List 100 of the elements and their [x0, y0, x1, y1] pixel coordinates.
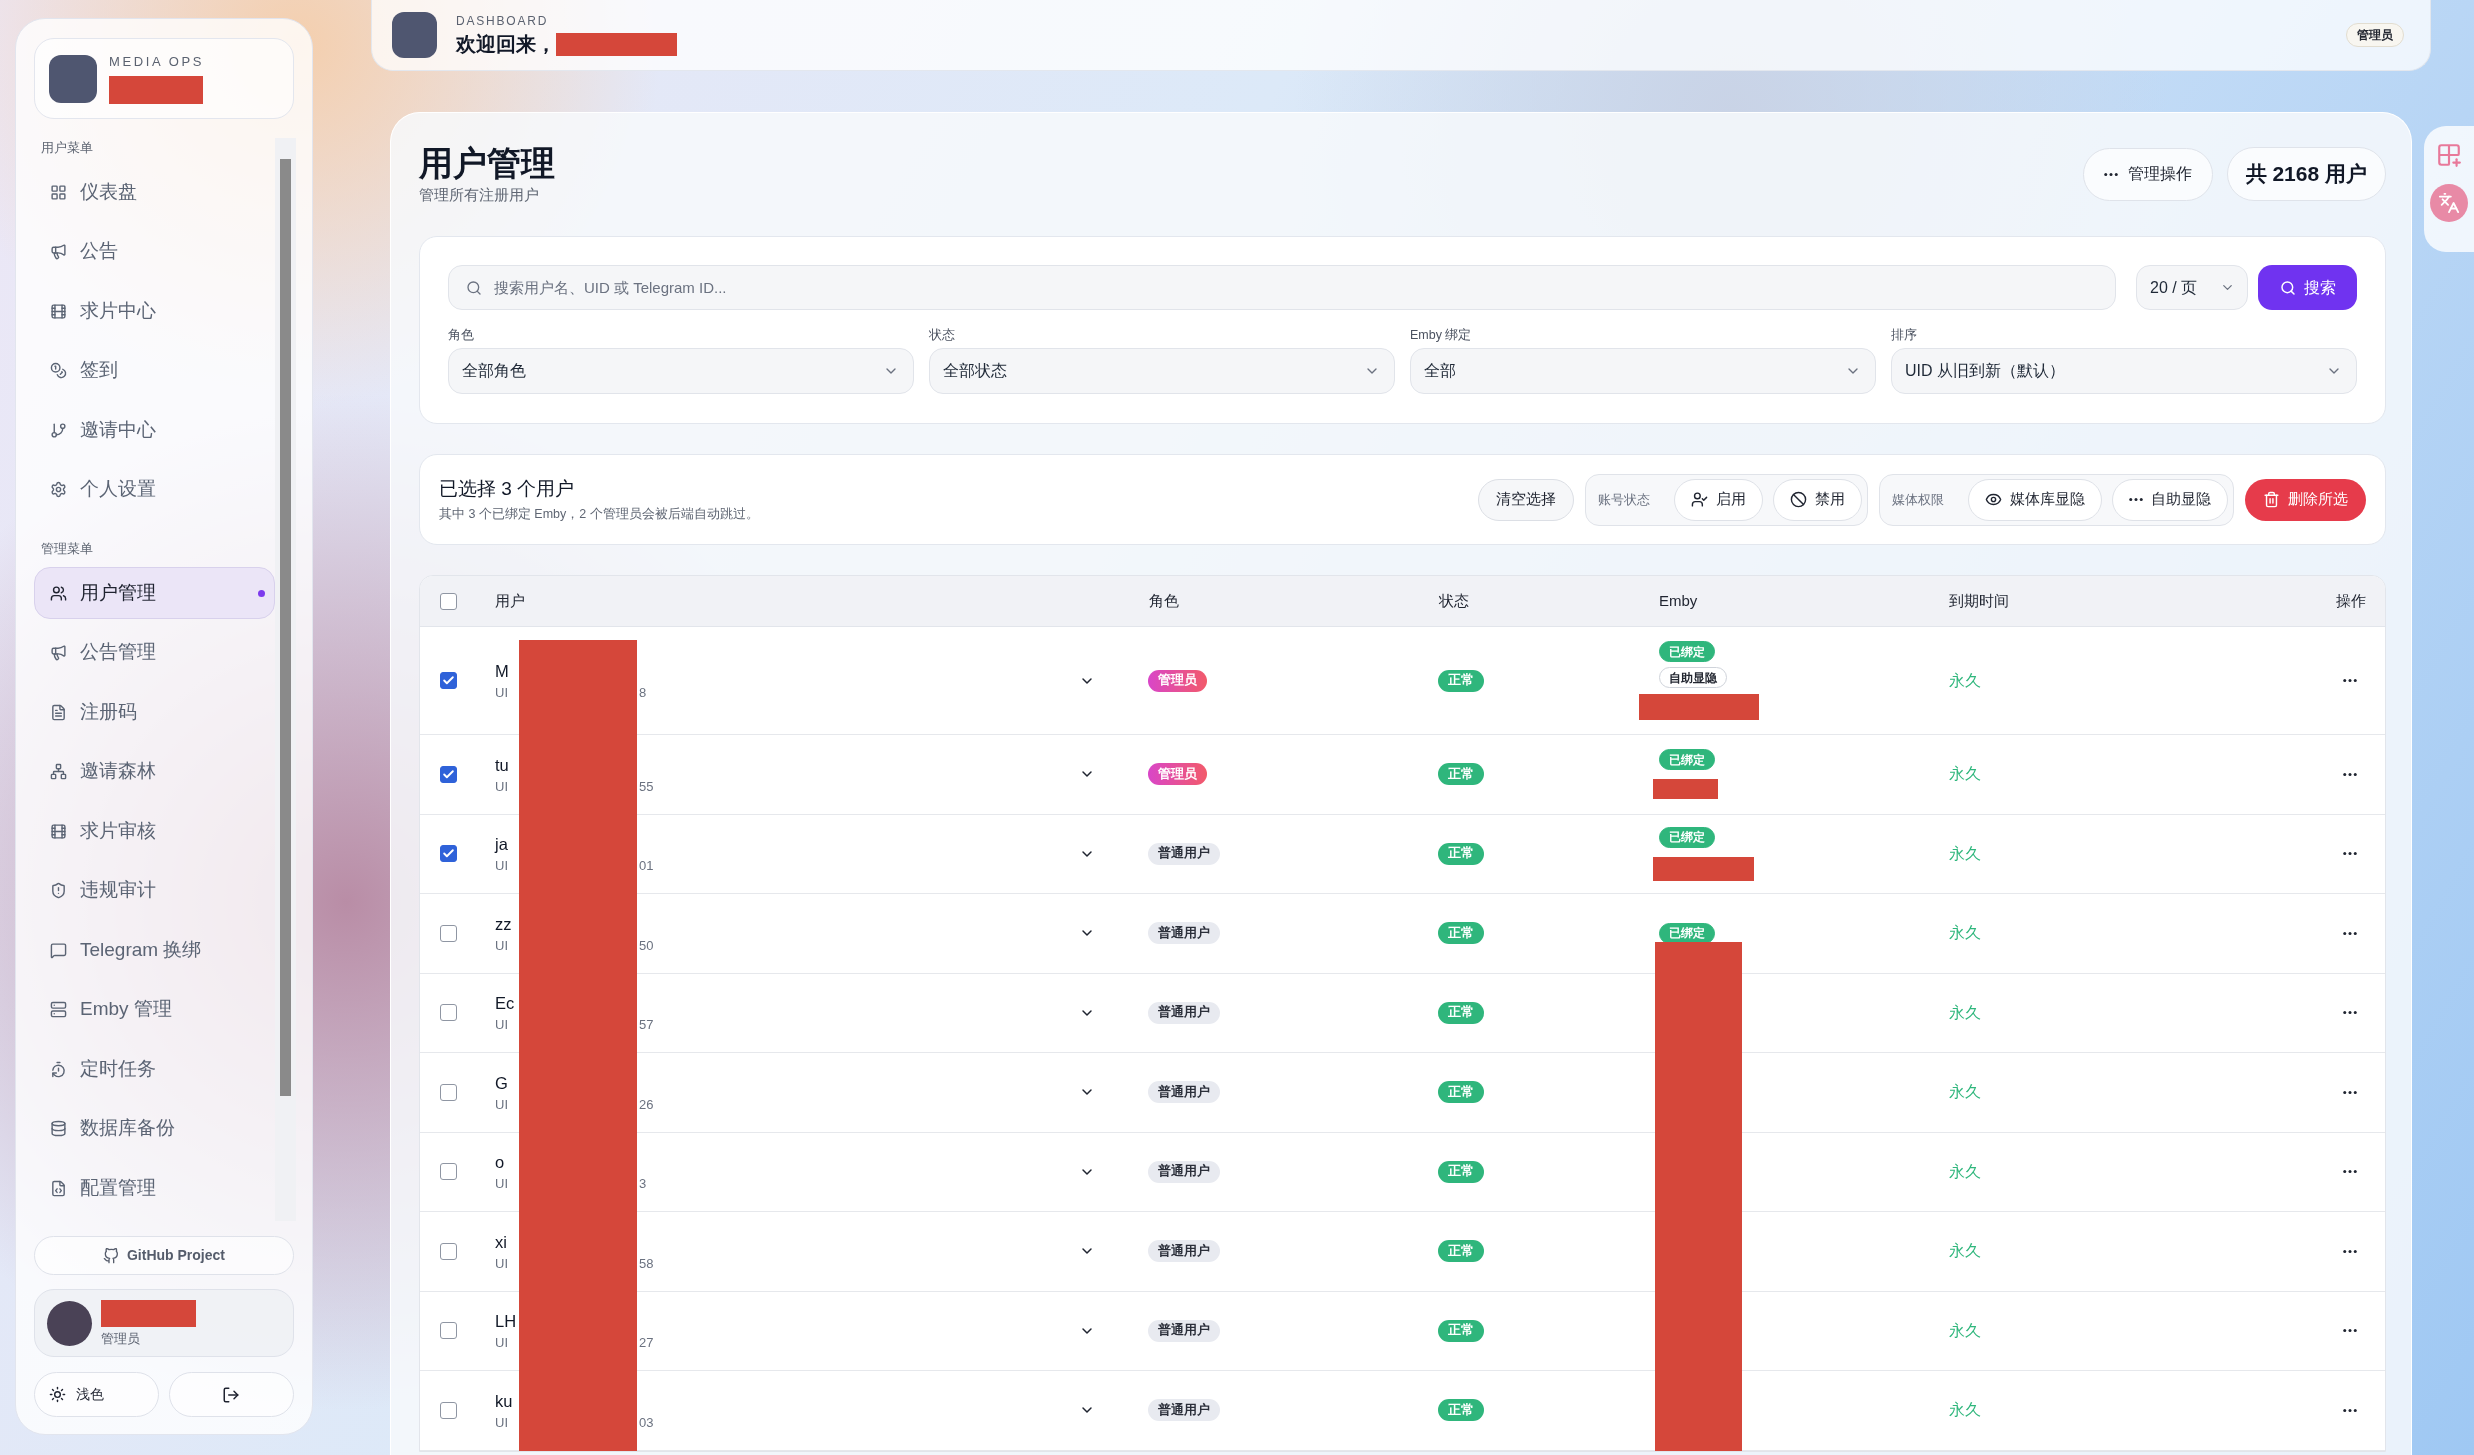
sidebar-item[interactable]: 公告 — [34, 225, 275, 278]
page-subtitle: 管理所有注册用户 — [419, 186, 539, 204]
page-title: 用户管理 — [419, 143, 555, 183]
user-name: LH — [495, 1311, 517, 1332]
column-header: 状态 — [1439, 590, 1469, 611]
sidebar-item[interactable]: 注册码 — [34, 686, 275, 738]
theme-button[interactable]: 浅色 — [34, 1372, 159, 1417]
settings-icon — [50, 481, 67, 498]
role-badge: 普通用户 — [1148, 1399, 1220, 1422]
delete-selected-button[interactable]: 删除所选 — [2245, 478, 2366, 521]
admin-actions-button[interactable]: 管理操作 — [2082, 147, 2213, 201]
search-field[interactable]: 搜索用户名、UID 或 Telegram ID... — [448, 265, 2116, 310]
megaphone-icon — [50, 243, 67, 260]
scrollbar-thumb[interactable] — [280, 159, 291, 1096]
more-icon[interactable] — [2343, 679, 2357, 682]
user-uid: UI — [495, 858, 508, 874]
filter-select[interactable]: 全部 — [1410, 348, 1876, 394]
status-badge: 正常 — [1438, 1319, 1484, 1342]
branch-icon — [50, 421, 67, 439]
search-button[interactable]: 搜索 — [2258, 265, 2357, 310]
checkbox[interactable] — [440, 1004, 457, 1022]
sidebar-item[interactable]: 求片中心 — [34, 285, 275, 337]
filter-label: 状态 — [929, 328, 955, 342]
user-name: tu — [495, 754, 509, 775]
expiry-text: 永久 — [1949, 670, 1981, 691]
page-size-select[interactable]: 20 / 页 — [2136, 265, 2248, 310]
sidebar-item[interactable]: 数据库备份 — [34, 1102, 275, 1155]
network-icon — [50, 763, 67, 780]
more-icon[interactable] — [2343, 1408, 2357, 1412]
more-icon[interactable] — [2343, 931, 2357, 935]
checkbox[interactable] — [440, 1163, 457, 1181]
sidebar-item[interactable]: 邀请中心 — [34, 404, 275, 456]
sidebar-item[interactable]: 用户管理 — [34, 567, 275, 619]
user-uid: UI — [495, 1017, 508, 1033]
role-badge: 普通用户 — [1148, 842, 1220, 865]
user-name: xi — [495, 1231, 507, 1252]
more-icon[interactable] — [2343, 772, 2357, 776]
sidebar-item[interactable]: 违规审计 — [34, 864, 275, 917]
user-check-icon — [1691, 491, 1708, 508]
avatar-placeholder — [392, 12, 437, 58]
filter-select[interactable]: UID 从旧到新（默认） — [1891, 348, 2357, 394]
more-icon[interactable] — [2343, 1329, 2357, 1333]
sidebar-item[interactable]: 签到 — [34, 344, 275, 397]
account-card[interactable]: 管理员 — [34, 1289, 294, 1357]
expiry-text: 永久 — [1949, 1241, 1981, 1262]
status-badge: 正常 — [1438, 1081, 1484, 1104]
logout-icon — [222, 1385, 241, 1404]
github-button[interactable]: GitHub Project — [34, 1236, 294, 1275]
film-icon — [50, 302, 67, 320]
more-icon — [2129, 498, 2143, 501]
more-icon[interactable] — [2343, 1170, 2357, 1174]
scrollbar[interactable] — [275, 138, 296, 1221]
sidebar-item[interactable]: 求片审核 — [34, 805, 275, 857]
more-icon[interactable] — [2343, 1011, 2357, 1015]
more-icon — [2103, 172, 2118, 176]
status-badge: 正常 — [1438, 1160, 1484, 1183]
more-icon[interactable] — [2343, 1249, 2357, 1253]
user-name: ja — [495, 834, 508, 855]
emby-badge: 已绑定 — [1659, 922, 1715, 944]
user-name: M — [495, 661, 509, 681]
filter-select[interactable]: 全部角色 — [448, 348, 914, 394]
sidebar-item[interactable]: 公告管理 — [34, 626, 275, 679]
filter-select[interactable]: 全部状态 — [929, 348, 1395, 394]
clear-selection-button[interactable]: 清空选择 — [1478, 478, 1574, 521]
checkbox[interactable] — [440, 1401, 457, 1419]
user-uid: UI — [495, 685, 508, 700]
user-uid: 03 — [639, 1414, 654, 1430]
expiry-text: 永久 — [1949, 1161, 1981, 1182]
emby-badge: 已绑定 — [1659, 826, 1715, 848]
bulk-action-button[interactable]: 禁用 — [1773, 478, 1862, 521]
checkbox[interactable] — [440, 1242, 457, 1260]
sidebar-item[interactable]: 个人设置 — [34, 463, 275, 516]
checkbox[interactable] — [440, 765, 457, 783]
checkbox[interactable] — [440, 592, 457, 610]
role-badge: 管理员 — [1148, 763, 1207, 786]
checkbox[interactable] — [440, 672, 457, 689]
sidebar-item[interactable]: 配置管理 — [34, 1162, 275, 1214]
bulk-action-button[interactable]: 启用 — [1674, 478, 1763, 521]
grid-plus-icon[interactable] — [2436, 142, 2462, 168]
role-badge: 普通用户 — [1148, 1081, 1220, 1104]
user-uid: UI — [495, 1335, 508, 1351]
sidebar-item[interactable]: Telegram 换绑 — [34, 924, 275, 976]
checkbox[interactable] — [440, 924, 457, 942]
user-uid: 50 — [639, 937, 654, 953]
sidebar-item[interactable]: 定时任务 — [34, 1043, 275, 1095]
sidebar-item[interactable]: 邀请森林 — [34, 745, 275, 798]
expiry-text: 永久 — [1949, 1400, 1981, 1421]
more-icon[interactable] — [2343, 852, 2357, 856]
sidebar-item[interactable]: Emby 管理 — [34, 983, 275, 1036]
emby-badge: 已绑定 — [1659, 749, 1715, 771]
bulk-action-button[interactable]: 媒体库显隐 — [1968, 478, 2102, 521]
checkbox[interactable] — [440, 845, 457, 863]
checkbox[interactable] — [440, 1083, 457, 1101]
bulk-action-button[interactable]: 自助显隐 — [2112, 478, 2228, 521]
checkbox[interactable] — [440, 1322, 457, 1340]
status-badge: 正常 — [1438, 922, 1484, 945]
sidebar-item[interactable]: 仪表盘 — [34, 166, 275, 218]
status-badge: 正常 — [1438, 1001, 1484, 1024]
more-icon[interactable] — [2343, 1090, 2357, 1094]
user-uid: 27 — [639, 1335, 654, 1351]
